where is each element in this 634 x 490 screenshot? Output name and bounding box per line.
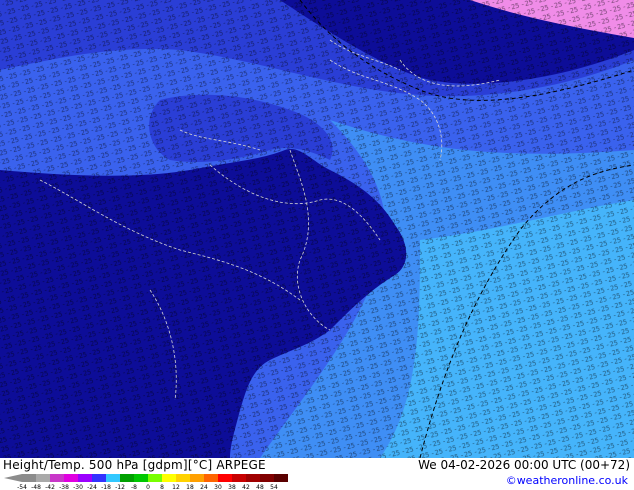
legend-swatch [78,474,92,482]
legend-swatch [36,474,50,482]
legend-swatch [22,474,36,482]
legend-swatch [106,474,120,482]
legend-tick-label: 0 [146,484,150,490]
legend-swatch [162,474,176,482]
legend-swatch [120,474,134,482]
legend-tick-label: -54 [17,484,27,490]
footer-bar: Height/Temp. 500 hPa [gdpm][°C] ARPEGE W… [0,458,634,490]
legend-swatch [232,474,246,482]
legend-swatch [190,474,204,482]
legend-swatch [246,474,260,482]
legend-tick-label: -18 [101,484,111,490]
legend-tick-label: 48 [256,484,264,490]
legend-tick-label: 18 [186,484,194,490]
legend-tick-label: -24 [87,484,97,490]
legend-swatch [218,474,232,482]
map-canvas: -25 [0,0,634,458]
forecast-datetime: We 04-02-2026 00:00 UTC (00+72) [418,458,630,472]
legend-tick-label: 30 [214,484,222,490]
legend-tick-label: -38 [59,484,69,490]
legend-tick-label: -42 [45,484,55,490]
legend-swatch [64,474,78,482]
legend-tick-label: 54 [270,484,278,490]
legend-swatch [260,474,274,482]
legend-tick-label: -48 [31,484,41,490]
legend-tick-label: -30 [73,484,83,490]
legend-arrow-left [4,474,22,482]
site-credit[interactable]: ©weatheronline.co.uk [506,474,628,487]
number-overlay [0,0,634,458]
legend-tick-label: 8 [160,484,164,490]
color-legend: -54 -48 -42 -38 -30 -24 -18 -12 -8 0 8 12 18 24 30 38 42… [4,474,288,490]
legend-swatch [274,474,288,482]
weather-map: -25 [0,0,634,458]
legend-swatch [134,474,148,482]
chart-title: Height/Temp. 500 hPa [gdpm][°C] ARPEGE [3,458,266,472]
legend-swatch [176,474,190,482]
legend-tick-label: -12 [115,484,125,490]
legend-swatch [50,474,64,482]
legend-tick-label: 38 [228,484,236,490]
legend-tick-label: 12 [172,484,180,490]
legend-swatch [92,474,106,482]
legend-swatch [148,474,162,482]
legend-tick-label: 24 [200,484,208,490]
legend-swatch [204,474,218,482]
legend-tick-label: -8 [131,484,137,490]
legend-tick-label: 42 [242,484,250,490]
